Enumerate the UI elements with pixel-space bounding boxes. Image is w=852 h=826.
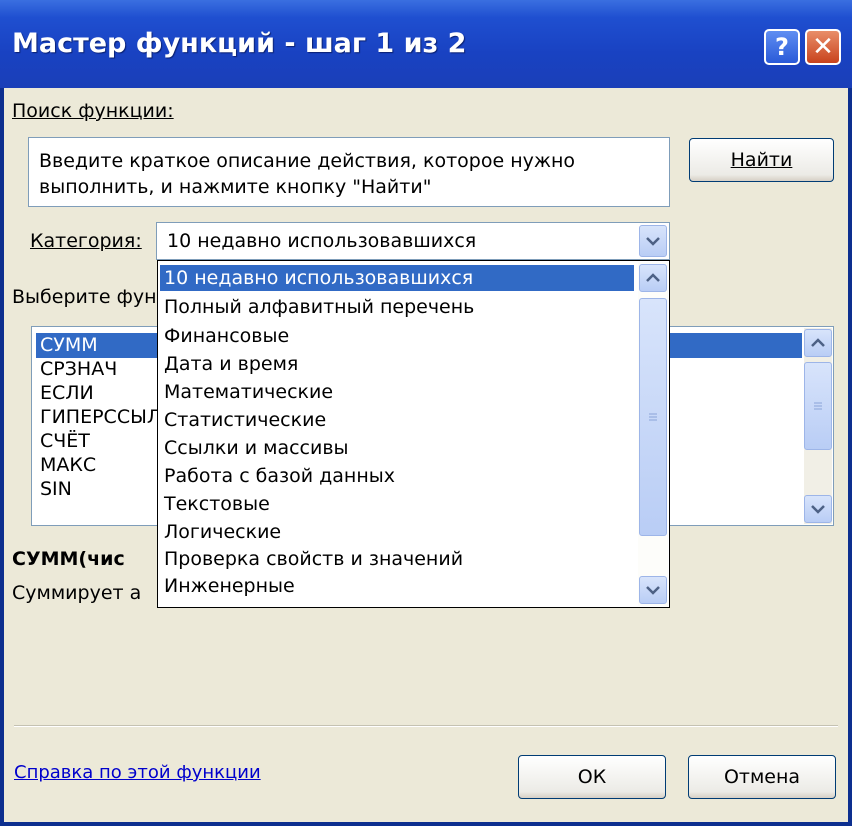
ok-button[interactable]: ОК (518, 755, 666, 799)
category-option[interactable]: Дата и время (164, 351, 298, 377)
category-dropdown-button[interactable] (639, 225, 667, 257)
category-option[interactable]: Работа с базой данных (164, 463, 395, 489)
ok-button-label: ОК (577, 766, 607, 788)
category-option[interactable]: Инженерные (164, 573, 295, 599)
window-title: Мастер функций - шаг 1 из 2 (12, 28, 467, 59)
search-label: Поиск функции: (12, 100, 174, 122)
cancel-button-label: Отмена (723, 766, 801, 788)
category-option[interactable]: 10 недавно использовавшихся (164, 265, 473, 291)
cancel-button[interactable]: Отмена (688, 755, 836, 799)
list-item[interactable]: СРЗНАЧ (40, 357, 117, 381)
chevron-down-icon (811, 505, 825, 514)
dropdown-scroll-thumb[interactable] (639, 298, 667, 536)
list-item[interactable]: ГИПЕРССЫЛ (40, 405, 161, 429)
footer-separator (14, 725, 838, 727)
category-option[interactable]: Статистические (164, 407, 326, 433)
category-option[interactable]: Полный алфавитный перечень (164, 294, 474, 320)
function-list-scrollbar[interactable] (804, 328, 832, 524)
chevron-down-icon (646, 237, 660, 246)
chevron-up-icon (811, 338, 825, 347)
grip-icon (814, 402, 822, 410)
category-option[interactable]: Проверка свойств и значений (164, 546, 463, 572)
function-description: Суммирует а (12, 582, 142, 604)
category-label: Категория: (30, 230, 142, 252)
list-item[interactable]: ЕСЛИ (40, 381, 94, 405)
category-selected-value: 10 недавно использовавшихся (167, 230, 477, 252)
close-icon: ✕ (812, 32, 834, 62)
help-icon: ? (775, 33, 789, 61)
scroll-up-button[interactable] (804, 329, 832, 357)
category-option[interactable]: Финансовые (164, 323, 289, 349)
list-item[interactable]: СЧЁТ (40, 429, 90, 453)
find-button-label: Найти (730, 149, 793, 171)
help-button[interactable]: ? (764, 29, 800, 65)
find-button[interactable]: Найти (689, 138, 834, 182)
category-option[interactable]: Текстовые (164, 491, 270, 517)
list-item[interactable]: SIN (40, 477, 72, 501)
dropdown-scrollbar[interactable] (638, 262, 668, 606)
list-item[interactable]: СУММ (40, 333, 98, 357)
scroll-down-button[interactable] (804, 495, 832, 523)
dialog-body: Поиск функции: Введите краткое описание … (4, 88, 848, 822)
close-button[interactable]: ✕ (805, 29, 841, 65)
dropdown-scroll-up-button[interactable] (639, 264, 667, 292)
function-list-label: Выберите фун (12, 286, 157, 308)
category-option[interactable]: Логические (164, 519, 281, 545)
chevron-up-icon (646, 273, 660, 282)
grip-icon (649, 413, 657, 421)
list-item[interactable]: МАКС (40, 453, 96, 477)
category-option[interactable]: Математические (164, 379, 333, 405)
title-bar[interactable]: Мастер функций - шаг 1 из 2 ? ✕ (0, 0, 852, 88)
dropdown-scroll-down-button[interactable] (639, 576, 667, 604)
scroll-thumb[interactable] (804, 362, 832, 450)
category-select[interactable]: 10 недавно использовавшихся (156, 222, 670, 260)
chevron-down-icon (646, 586, 660, 595)
category-dropdown-list[interactable]: 10 недавно использовавшихся Полный алфав… (157, 260, 670, 608)
search-input[interactable]: Введите краткое описание действия, котор… (28, 137, 670, 207)
function-signature: СУММ(чис (12, 548, 125, 570)
help-link[interactable]: Справка по этой функции (14, 762, 261, 783)
category-option[interactable]: Ссылки и массивы (164, 435, 349, 461)
